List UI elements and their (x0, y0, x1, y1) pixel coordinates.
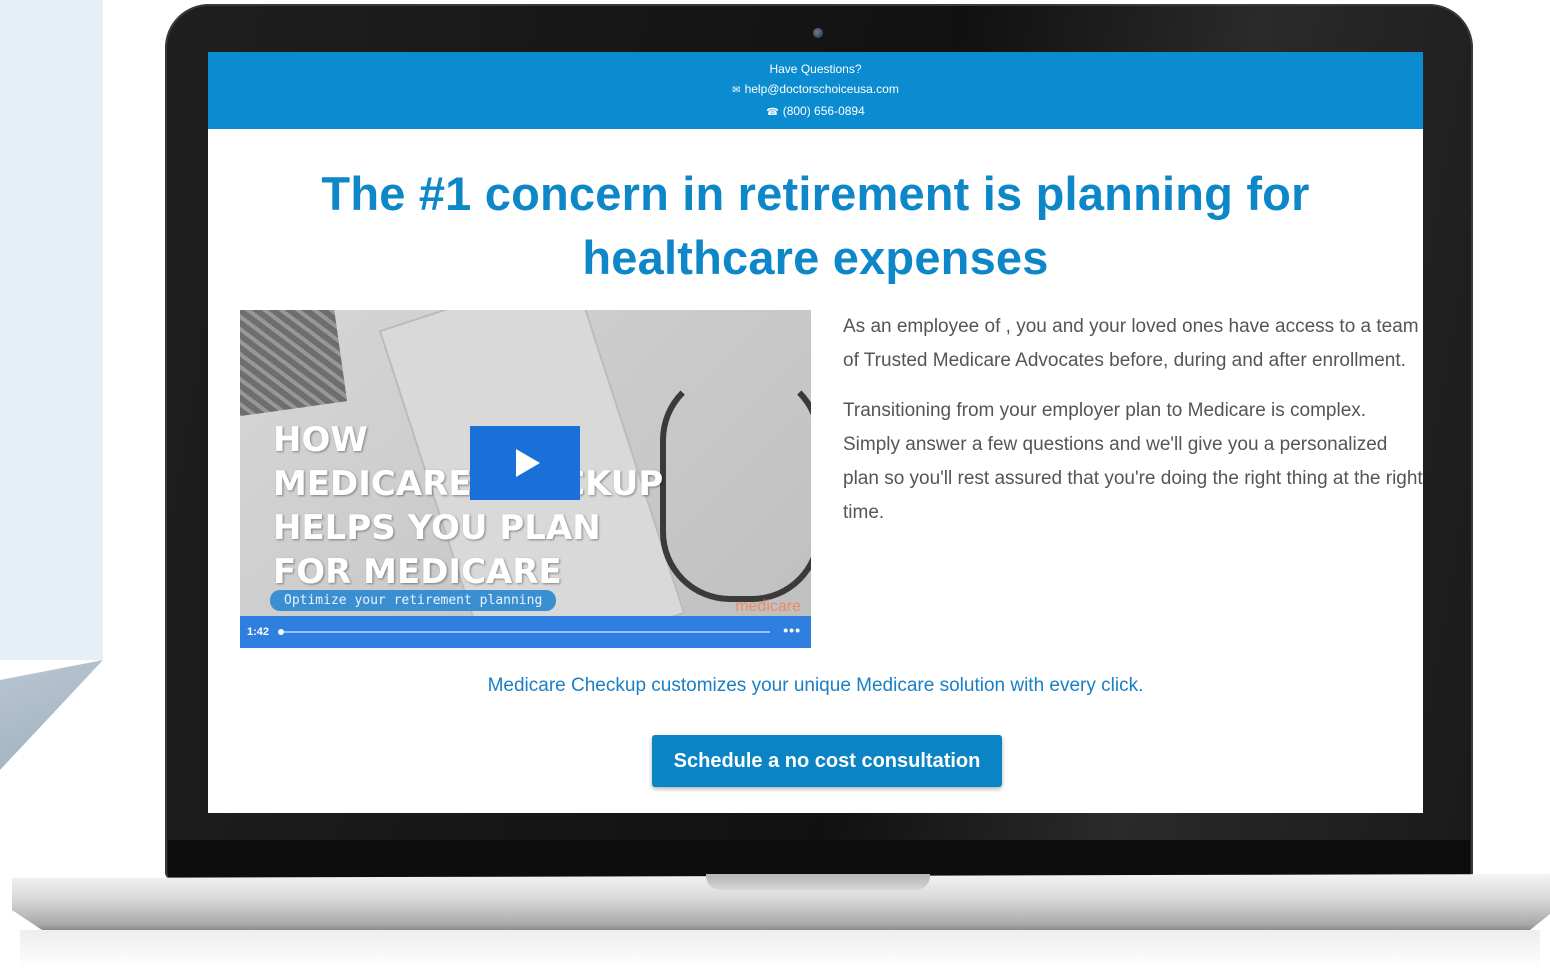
video-thumbnail-stethoscope (660, 370, 811, 602)
laptop-reflection (20, 930, 1540, 968)
video-progress-bar[interactable] (278, 629, 770, 635)
contact-phone[interactable]: (800) 656-0894 (783, 104, 865, 118)
page-title-line1: The #1 concern in retirement is planning… (321, 167, 1310, 220)
webcam-icon (813, 28, 823, 38)
video-thumbnail-keyboard (240, 310, 348, 418)
intro-paragraph-2: Transitioning from your employer plan to… (843, 400, 1423, 523)
video-title-overlay: HOW MEDICARE CHECKUP HELPS YOU PLAN FOR … (273, 418, 663, 594)
more-options-icon[interactable]: ••• (783, 622, 801, 638)
video-duration: 1:42 (247, 626, 270, 638)
contact-email-row[interactable]: ✉ help@doctorschoiceusa.com (208, 79, 1423, 101)
video-subtitle-pill: Optimize your retirement planning (270, 590, 557, 611)
progress-handle[interactable] (278, 629, 284, 635)
video-title-line: FOR MEDICARE (273, 552, 562, 592)
contact-phone-row[interactable]: ☎ (800) 656-0894 (208, 101, 1423, 123)
schedule-consultation-button[interactable]: Schedule a no cost consultation (652, 735, 1002, 787)
envelope-icon: ✉ (732, 85, 741, 96)
brand-logo: medicare (735, 598, 801, 615)
video-title-line: HELPS YOU PLAN (273, 508, 601, 548)
phone-icon: ☎ (766, 107, 779, 118)
background-panel (0, 0, 103, 660)
intro-paragraph-1: As an employee of , you and your loved o… (843, 316, 1419, 371)
laptop-screen: Have Questions? ✉ help@doctorschoiceusa.c… (208, 52, 1423, 813)
contact-email[interactable]: help@doctorschoiceusa.com (745, 82, 899, 96)
video-controls: 1:42 ••• (240, 616, 811, 648)
tagline: Medicare Checkup customizes your unique … (487, 675, 1144, 696)
play-button[interactable] (470, 426, 580, 500)
intro-text: As an employee of , you and your loved o… (843, 310, 1423, 546)
page-title-line2: healthcare expenses (582, 231, 1049, 284)
video-title-line: MEDICARE CHECKUP (273, 464, 664, 504)
background-wedge (0, 660, 103, 770)
laptop-notch (706, 874, 930, 890)
video-player[interactable]: HOW MEDICARE CHECKUP HELPS YOU PLAN FOR … (240, 310, 811, 648)
page-title: The #1 concern in retirement is planning… (208, 162, 1423, 290)
contact-question: Have Questions? (769, 62, 862, 76)
contact-bar: Have Questions? ✉ help@doctorschoiceusa.c… (208, 52, 1423, 129)
video-title-line: HOW (273, 420, 368, 460)
